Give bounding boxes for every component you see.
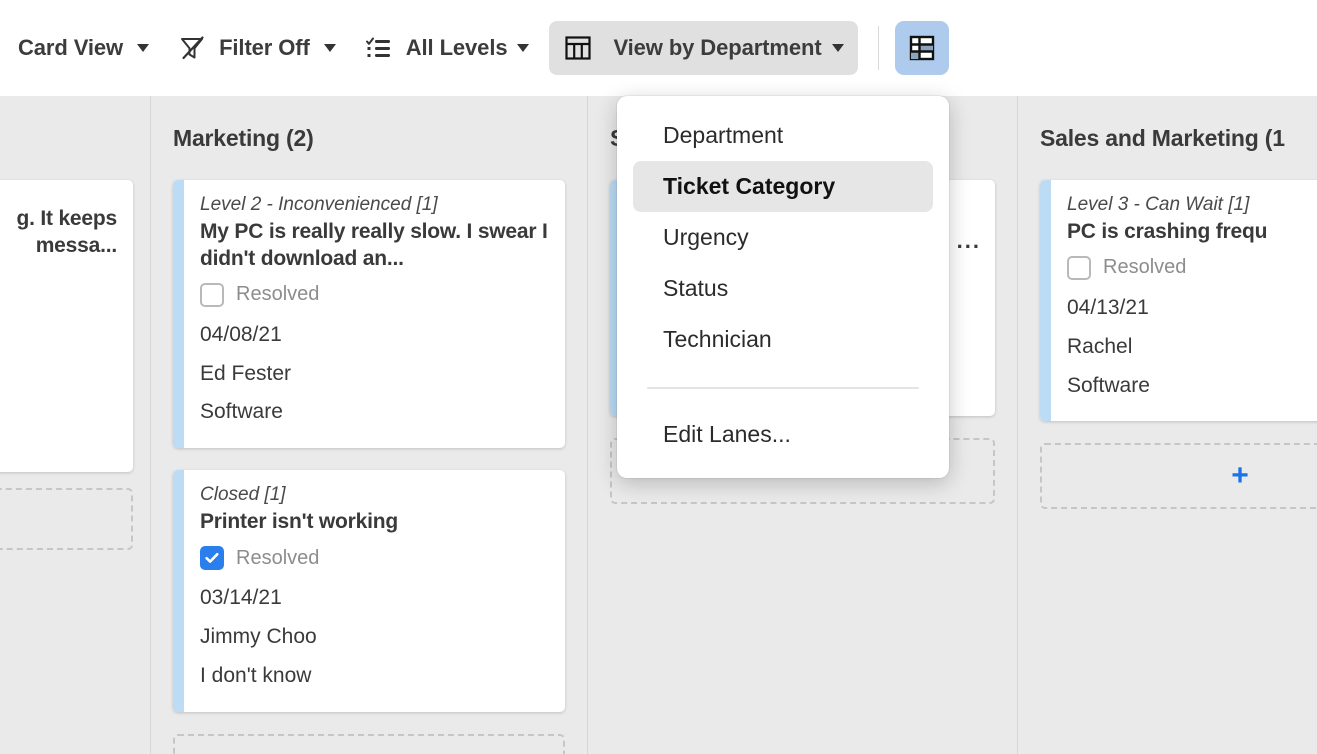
card-accent-stripe (173, 470, 184, 711)
chevron-down-icon (137, 44, 149, 52)
menu-item-technician[interactable]: Technician (633, 314, 933, 365)
chevron-down-icon (324, 44, 336, 52)
board-lane: g. It keeps messa... (0, 96, 151, 754)
toolbar-spacer (529, 48, 549, 49)
card-content: Closed [1] Printer isn't working Resolve… (184, 470, 565, 711)
group-by-label: View by Department (613, 35, 821, 61)
ticket-card[interactable]: Level 2 - Inconvenienced [1] My PC is re… (173, 180, 565, 448)
card-accent-stripe (173, 180, 184, 448)
resolved-checkbox[interactable] (1067, 256, 1091, 280)
card-resolved-row[interactable]: Resolved (200, 543, 549, 573)
toolbar-divider (878, 26, 879, 70)
menu-item-department[interactable]: Department (633, 110, 933, 161)
toolbar-spacer (149, 48, 177, 49)
card-content: Level 3 - Can Wait [1] PC is crashing fr… (1051, 180, 1317, 421)
view-mode-label: Card View (18, 35, 123, 61)
card-technician: Ed Fester (200, 355, 549, 394)
ticket-card[interactable]: Level 3 - Can Wait [1] PC is crashing fr… (1040, 180, 1317, 421)
card-resolved-row[interactable]: Resolved (200, 280, 549, 310)
menu-item-label: Edit Lanes... (663, 421, 791, 448)
toolbar-spacer (336, 48, 364, 49)
board-lane-sales-and-marketing: Sales and Marketing (1 Level 3 - Can Wai… (1018, 96, 1316, 754)
menu-divider (647, 387, 919, 389)
menu-item-label: Department (663, 122, 783, 149)
filter-label: Filter Off (219, 35, 310, 61)
lane-header (0, 96, 150, 180)
card-title: Printer isn't working (200, 509, 549, 536)
levels-label: All Levels (406, 35, 508, 61)
card-technician: Jimmy Choo (200, 618, 549, 657)
card-accent-stripe (1040, 180, 1051, 421)
lane-title: Sales and Marketing (1 (1040, 125, 1285, 152)
filter-dropdown[interactable]: Filter Off (177, 21, 336, 75)
menu-item-urgency[interactable]: Urgency (633, 212, 933, 263)
icon-label-gap (593, 48, 613, 49)
resolved-label: Resolved (1103, 256, 1186, 279)
lane-body: g. It keeps messa... (0, 180, 150, 754)
card-urgency-meta: Level 2 - Inconvenienced [1] (200, 194, 549, 216)
board-lane-marketing: Marketing (2) Level 2 - Inconvenienced [… (151, 96, 588, 754)
table-view-toggle-button[interactable] (895, 21, 949, 75)
table-grid-icon (907, 33, 937, 63)
card-category: Software (200, 393, 549, 432)
chevron-down-icon (517, 44, 529, 52)
chevron-down-icon (832, 44, 844, 52)
card-category: I don't know (200, 657, 549, 696)
kanban-board-app: Card View Filter Off (0, 0, 1317, 754)
menu-item-status[interactable]: Status (633, 263, 933, 314)
lane-header: Sales and Marketing (1 (1018, 96, 1316, 180)
card-content: Level 2 - Inconvenienced [1] My PC is re… (184, 180, 565, 448)
resolved-label: Resolved (236, 547, 319, 570)
menu-item-label: Status (663, 275, 728, 302)
card-resolved-row[interactable]: Resolved (1067, 253, 1317, 283)
icon-label-gap (207, 48, 219, 49)
menu-item-label: Technician (663, 326, 772, 353)
resolved-checkbox[interactable] (200, 283, 224, 307)
lane-body: Level 2 - Inconvenienced [1] My PC is re… (151, 180, 587, 754)
add-card-plus-icon[interactable]: + (1231, 461, 1249, 491)
add-card-dropzone[interactable] (173, 734, 565, 754)
add-card-dropzone[interactable]: + (1040, 443, 1317, 509)
menu-item-ticket-category[interactable]: Ticket Category (633, 161, 933, 212)
add-card-dropzone[interactable] (0, 488, 133, 550)
checklist-icon (364, 33, 394, 63)
card-date: 04/13/21 (1067, 289, 1317, 328)
lane-header: Marketing (2) (151, 96, 587, 180)
group-by-menu: Department Ticket Category Urgency Statu… (617, 96, 949, 478)
card-content: g. It keeps messa... (0, 180, 133, 472)
ticket-card[interactable]: g. It keeps messa... (0, 180, 133, 472)
card-date: 03/14/21 (200, 579, 549, 618)
lane-title: Marketing (2) (173, 125, 314, 152)
card-technician: Rachel (1067, 328, 1317, 367)
card-title: My PC is really really slow. I swear I d… (200, 219, 549, 273)
menu-item-edit-lanes[interactable]: Edit Lanes... (633, 409, 933, 460)
menu-item-label: Ticket Category (663, 173, 835, 200)
group-by-dropdown[interactable]: View by Department (549, 21, 857, 75)
card-title: PC is crashing frequ (1067, 219, 1317, 246)
icon-label-gap (394, 48, 406, 49)
levels-dropdown[interactable]: All Levels (364, 21, 530, 75)
ticket-card[interactable]: Closed [1] Printer isn't working Resolve… (173, 470, 565, 711)
resolved-label: Resolved (236, 283, 319, 306)
view-mode-dropdown[interactable]: Card View (18, 21, 149, 75)
columns-icon (563, 33, 593, 63)
checkmark-icon (203, 549, 221, 567)
resolved-checkbox[interactable] (200, 546, 224, 570)
card-title: g. It keeps messa... (0, 194, 117, 260)
card-category: Software (1067, 367, 1317, 406)
lane-body: Level 3 - Can Wait [1] PC is crashing fr… (1018, 180, 1316, 754)
card-status-meta: Closed [1] (200, 484, 549, 506)
card-urgency-meta: Level 3 - Can Wait [1] (1067, 194, 1317, 216)
toolbar: Card View Filter Off (0, 0, 1317, 96)
menu-item-label: Urgency (663, 224, 749, 251)
filter-off-icon (177, 33, 207, 63)
card-date: 04/08/21 (200, 316, 549, 355)
